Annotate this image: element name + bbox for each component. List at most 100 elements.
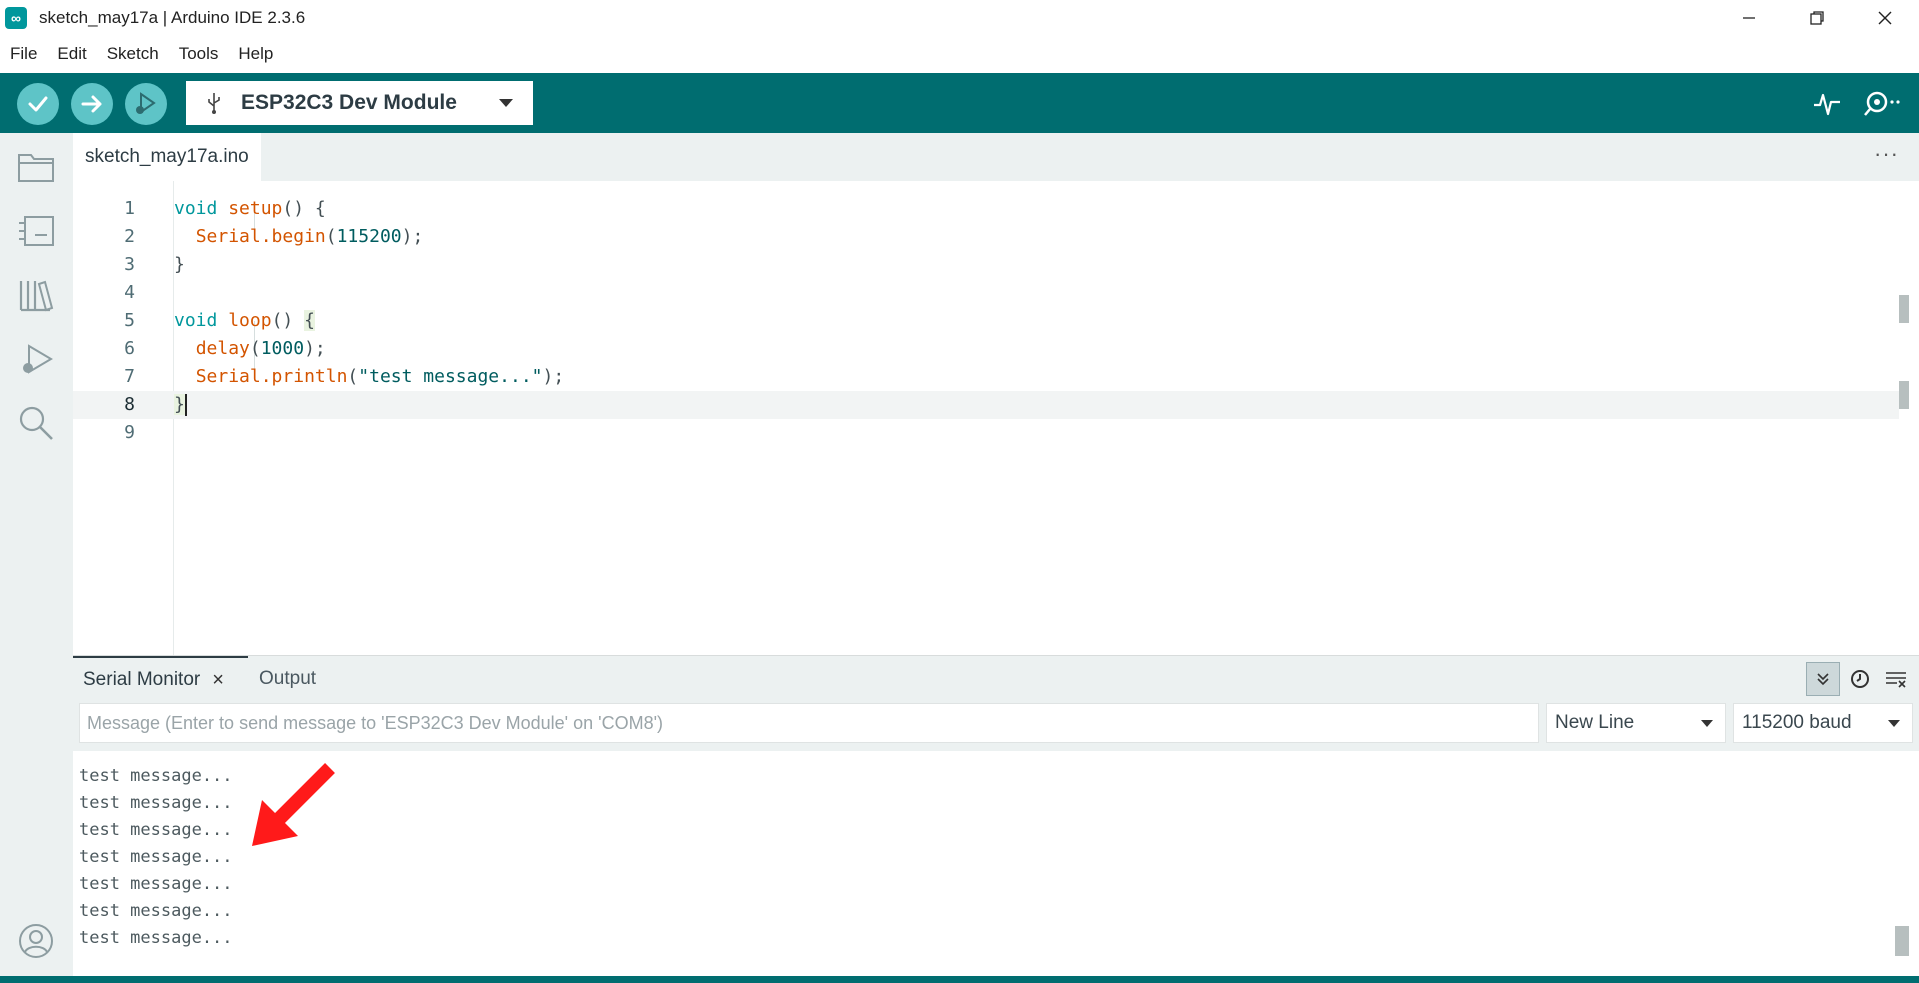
- tab-output[interactable]: Output: [259, 656, 316, 702]
- library-icon: [19, 280, 54, 312]
- code-line: 4: [73, 279, 1899, 307]
- annotation-arrow-icon: [252, 763, 335, 846]
- editor-scrollbar-thumb[interactable]: [1899, 295, 1909, 323]
- editor-scrollbar-marker: [1899, 381, 1909, 409]
- window-controls: [1715, 0, 1919, 35]
- code-line: 3 }: [73, 251, 1899, 279]
- line-number: 3: [124, 254, 135, 275]
- chevron-down-icon: [1701, 720, 1713, 727]
- usb-icon: [208, 93, 220, 114]
- arduino-logo-icon: ∞: [5, 6, 27, 29]
- close-tab-icon[interactable]: ×: [212, 669, 224, 692]
- line-ending-value: New Line: [1555, 712, 1635, 733]
- plotter-icon: [1814, 93, 1840, 116]
- autoscroll-toggle[interactable]: [1806, 662, 1840, 696]
- minimize-icon: [1743, 16, 1755, 19]
- check-icon: [28, 96, 48, 112]
- code-editor[interactable]: 1 void setup() { 2 Serial.begin(115200);…: [73, 181, 1919, 655]
- serial-output-line: test message...: [79, 793, 233, 813]
- text-cursor: [184, 394, 187, 416]
- serial-output-line: test message...: [79, 847, 233, 867]
- line-number: 6: [124, 338, 135, 359]
- restore-icon: [1810, 10, 1824, 25]
- verify-button[interactable]: [17, 83, 59, 125]
- search-button[interactable]: [14, 401, 58, 445]
- code-line-current: 8 }: [73, 391, 1899, 419]
- code-line: 9: [73, 419, 1899, 447]
- folder-icon: [18, 154, 54, 182]
- code-text: void loop() {: [174, 310, 315, 331]
- board-selector[interactable]: ESP32C3 Dev Module: [186, 81, 533, 125]
- minimize-button[interactable]: [1715, 0, 1783, 35]
- window-title: sketch_may17a | Arduino IDE 2.3.6: [39, 7, 306, 27]
- output-scrollbar-thumb[interactable]: [1895, 926, 1909, 956]
- status-bar: [0, 976, 1919, 983]
- menu-sketch[interactable]: Sketch: [107, 44, 159, 64]
- editor-tab-strip: sketch_may17a.ino ···: [73, 133, 1919, 181]
- account-icon: [19, 924, 53, 958]
- serial-output-area[interactable]: test message... test message... test mes…: [73, 751, 1919, 976]
- clear-output-icon: [1886, 672, 1906, 688]
- serial-input-row: New Line 115200 baud: [73, 701, 1919, 751]
- clock-icon: [1851, 670, 1869, 688]
- boards-manager-button[interactable]: [14, 209, 58, 253]
- serial-monitor-button[interactable]: [1862, 87, 1906, 121]
- clear-output-button[interactable]: [1879, 662, 1913, 696]
- toolbar: ESP32C3 Dev Module: [0, 73, 1919, 133]
- baud-rate-select[interactable]: 115200 baud: [1733, 703, 1913, 743]
- line-ending-select[interactable]: New Line: [1546, 703, 1726, 743]
- menu-bar: File Edit Sketch Tools Help: [0, 35, 1919, 73]
- serial-message-input[interactable]: [79, 703, 1539, 743]
- debug-button[interactable]: [125, 83, 167, 125]
- code-line: 5 void loop() {: [73, 307, 1899, 335]
- tab-sketch-file[interactable]: sketch_may17a.ino: [73, 133, 261, 181]
- title-bar: ∞ sketch_may17a | Arduino IDE 2.3.6: [0, 0, 1919, 35]
- menu-tools[interactable]: Tools: [179, 44, 219, 64]
- code-text: void setup() {: [174, 198, 326, 219]
- serial-output-line: test message...: [79, 874, 233, 894]
- debug-sidebar-button[interactable]: [14, 337, 58, 381]
- sketchbook-button[interactable]: [14, 145, 58, 189]
- serial-output-line: test message...: [79, 928, 233, 948]
- menu-edit[interactable]: Edit: [57, 44, 86, 64]
- code-text: }: [174, 254, 185, 275]
- tab-label: sketch_may17a.ino: [85, 146, 249, 167]
- menu-help[interactable]: Help: [238, 44, 273, 64]
- upload-button[interactable]: [71, 83, 113, 125]
- serial-monitor-icon: [1864, 91, 1900, 116]
- close-icon: [1878, 11, 1892, 24]
- more-actions-icon[interactable]: ···: [1874, 141, 1899, 167]
- chevron-down-icon: [1888, 720, 1900, 727]
- code-text: }: [174, 394, 187, 416]
- code-line: 7 Serial.println("test message...");: [73, 363, 1899, 391]
- code-text: delay(1000);: [195, 338, 326, 359]
- timestamp-toggle[interactable]: [1843, 662, 1877, 696]
- code-line: 6 delay(1000);: [73, 335, 1899, 363]
- chevron-down-icon: [499, 99, 513, 107]
- code-line: 2 Serial.begin(115200);: [73, 223, 1899, 251]
- bottom-panel-tabs: Serial Monitor × Output: [73, 655, 1919, 701]
- restore-button[interactable]: [1783, 0, 1851, 35]
- debug-icon: [23, 344, 53, 374]
- library-manager-button[interactable]: [14, 273, 58, 317]
- account-button[interactable]: [14, 919, 58, 963]
- tab-output-label: Output: [259, 668, 317, 689]
- line-number: 5: [124, 310, 135, 331]
- activity-sidebar: [0, 133, 73, 976]
- serial-output-line: test message...: [79, 901, 233, 921]
- baud-rate-value: 115200 baud: [1742, 712, 1852, 733]
- board-manager-icon: [19, 216, 54, 246]
- debug-icon: [136, 92, 156, 114]
- tab-serial-monitor-label: Serial Monitor: [83, 669, 201, 690]
- search-icon: [19, 406, 53, 440]
- line-number: 7: [124, 366, 135, 387]
- tab-serial-monitor[interactable]: Serial Monitor ×: [73, 656, 248, 702]
- line-number: 1: [124, 198, 135, 219]
- menu-file[interactable]: File: [10, 44, 37, 64]
- close-window-button[interactable]: [1851, 0, 1919, 35]
- serial-output-line: test message...: [79, 820, 233, 840]
- line-number: 8: [124, 394, 135, 415]
- line-number: 2: [124, 226, 135, 247]
- code-text: Serial.println("test message...");: [195, 366, 565, 387]
- serial-plotter-button[interactable]: [1812, 89, 1842, 119]
